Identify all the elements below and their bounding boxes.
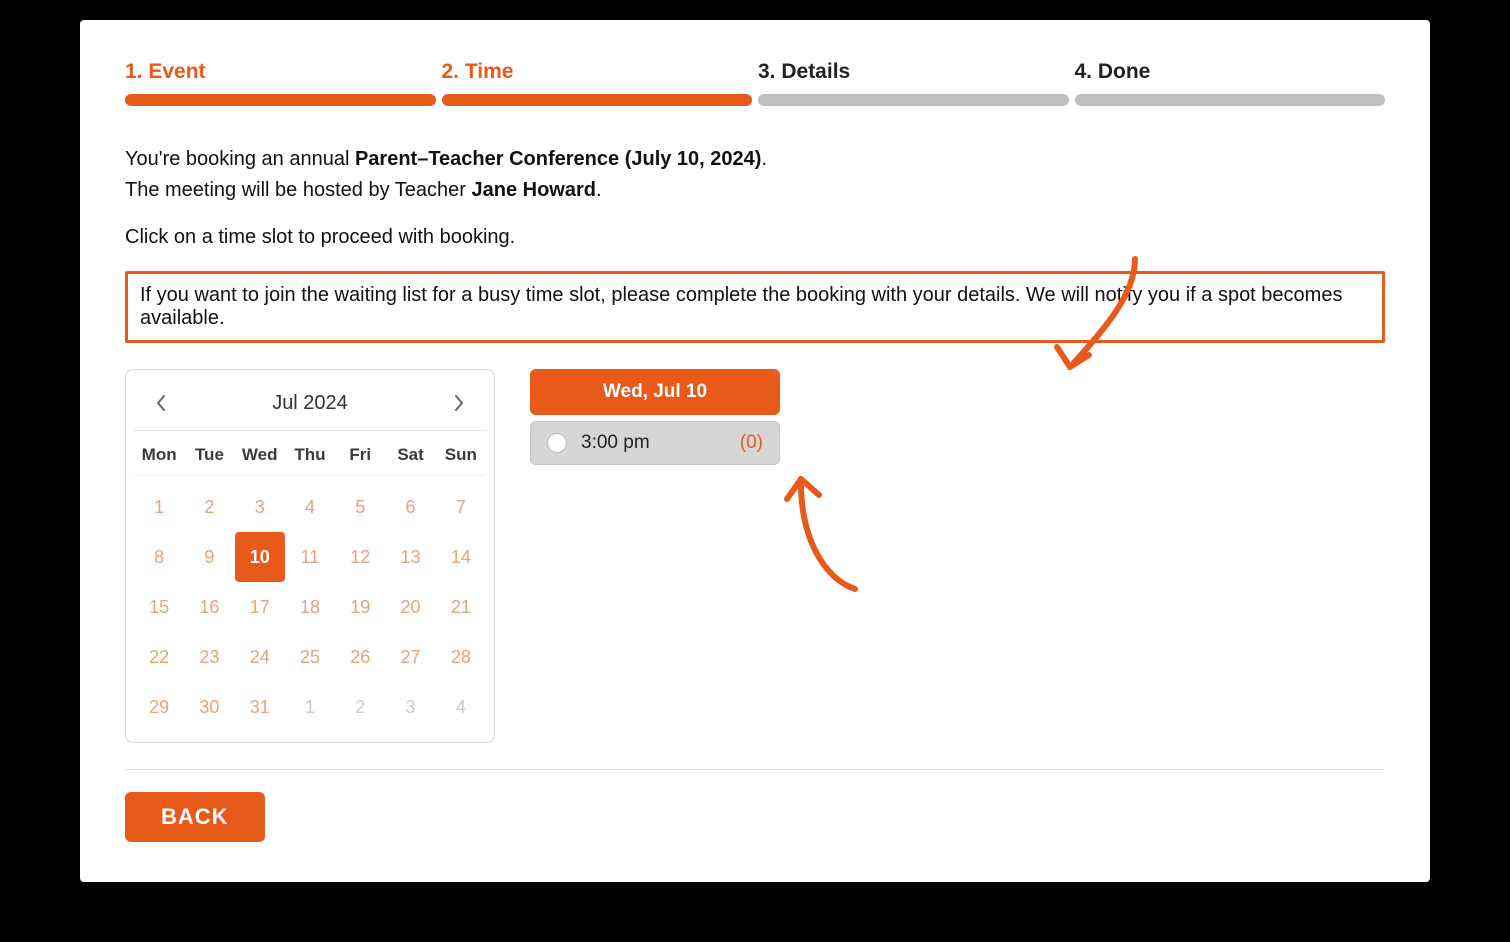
chevron-right-icon <box>453 394 465 412</box>
calendar-day[interactable]: 17 <box>235 582 285 632</box>
calendar-header: Jul 2024 <box>134 384 486 431</box>
calendar-day[interactable]: 20 <box>385 582 435 632</box>
calendar-day[interactable]: 19 <box>335 582 385 632</box>
step-bar <box>125 94 436 106</box>
calendar-day[interactable]: 8 <box>134 532 184 582</box>
calendar-day: 2 <box>335 682 385 732</box>
calendar-day[interactable]: 24 <box>235 632 285 682</box>
chevron-left-icon <box>155 394 167 412</box>
calendar-day[interactable]: 30 <box>184 682 234 732</box>
calendar-day[interactable]: 12 <box>335 532 385 582</box>
step-bar <box>1075 94 1386 106</box>
calendar-day[interactable]: 15 <box>134 582 184 632</box>
calendar-day[interactable]: 3 <box>235 482 285 532</box>
calendar-month-label: Jul 2024 <box>272 392 348 415</box>
calendar-next-button[interactable] <box>446 390 472 416</box>
calendar-day[interactable]: 26 <box>335 632 385 682</box>
step-label: 1. Event <box>125 60 436 84</box>
slot-availability-count: (0) <box>740 432 763 454</box>
time-slot[interactable]: 3:00 pm (0) <box>530 421 780 465</box>
step-4[interactable]: 4. Done <box>1075 60 1386 106</box>
intro-text: You're booking an annual Parent–Teacher … <box>125 144 1385 206</box>
calendar-day[interactable]: 2 <box>184 482 234 532</box>
step-2[interactable]: 2. Time <box>442 60 753 106</box>
calendar-prev-button[interactable] <box>148 390 174 416</box>
footer: BACK <box>125 792 1385 842</box>
back-button[interactable]: BACK <box>125 792 265 842</box>
time-slots: Wed, Jul 10 3:00 pm (0) <box>530 369 780 465</box>
intro-event: Parent–Teacher Conference (July 10, 2024… <box>355 148 761 170</box>
calendar-day[interactable]: 21 <box>436 582 486 632</box>
calendar-day[interactable]: 25 <box>285 632 335 682</box>
intro-host-prefix: The meeting will be hosted by Teacher <box>125 179 472 201</box>
calendar-dow: Thu <box>285 437 335 475</box>
step-label: 3. Details <box>758 60 1069 84</box>
calendar-day[interactable]: 1 <box>134 482 184 532</box>
waiting-list-notice: If you want to join the waiting list for… <box>125 271 1385 343</box>
step-label: 4. Done <box>1075 60 1386 84</box>
calendar-dow: Sun <box>436 437 486 475</box>
calendar-day[interactable]: 28 <box>436 632 486 682</box>
calendar-day[interactable]: 22 <box>134 632 184 682</box>
step-1[interactable]: 1. Event <box>125 60 436 106</box>
calendar-day[interactable]: 10 <box>235 532 285 582</box>
calendar-day[interactable]: 5 <box>335 482 385 532</box>
calendar-day[interactable]: 7 <box>436 482 486 532</box>
calendar-dow: Fri <box>335 437 385 475</box>
intro-event-suffix: . <box>761 148 767 170</box>
calendar-day[interactable]: 13 <box>385 532 435 582</box>
calendar-day[interactable]: 29 <box>134 682 184 732</box>
selected-day-header: Wed, Jul 10 <box>530 369 780 415</box>
step-bar <box>442 94 753 106</box>
divider <box>125 769 1385 770</box>
calendar-day: 3 <box>385 682 435 732</box>
slot-time-label: 3:00 pm <box>581 432 726 454</box>
step-label: 2. Time <box>442 60 753 84</box>
calendar-dow: Mon <box>134 437 184 475</box>
step-3[interactable]: 3. Details <box>758 60 1069 106</box>
content-row: Jul 2024 MonTueWedThuFriSatSun1234567891… <box>125 369 1385 743</box>
intro-host-suffix: . <box>596 179 602 201</box>
annotation-arrow-icon <box>725 459 875 599</box>
calendar-dow: Tue <box>184 437 234 475</box>
progress-steps: 1. Event2. Time3. Details4. Done <box>125 60 1385 106</box>
intro-host: Jane Howard <box>472 179 596 201</box>
calendar-day[interactable]: 14 <box>436 532 486 582</box>
radio-icon <box>547 433 567 453</box>
calendar-day[interactable]: 11 <box>285 532 335 582</box>
booking-page: 1. Event2. Time3. Details4. Done You're … <box>80 20 1430 882</box>
calendar-day[interactable]: 18 <box>285 582 335 632</box>
calendar-grid: MonTueWedThuFriSatSun1234567891011121314… <box>134 437 486 732</box>
calendar: Jul 2024 MonTueWedThuFriSatSun1234567891… <box>125 369 495 743</box>
calendar-dow: Wed <box>235 437 285 475</box>
instruction-text: Click on a time slot to proceed with boo… <box>125 226 1385 249</box>
intro-prefix: You're booking an annual <box>125 148 355 170</box>
calendar-day[interactable]: 23 <box>184 632 234 682</box>
calendar-day[interactable]: 6 <box>385 482 435 532</box>
calendar-day[interactable]: 31 <box>235 682 285 732</box>
calendar-day[interactable]: 27 <box>385 632 435 682</box>
calendar-day[interactable]: 4 <box>285 482 335 532</box>
calendar-day: 4 <box>436 682 486 732</box>
calendar-day[interactable]: 9 <box>184 532 234 582</box>
calendar-dow: Sat <box>385 437 435 475</box>
calendar-day: 1 <box>285 682 335 732</box>
step-bar <box>758 94 1069 106</box>
calendar-day[interactable]: 16 <box>184 582 234 632</box>
